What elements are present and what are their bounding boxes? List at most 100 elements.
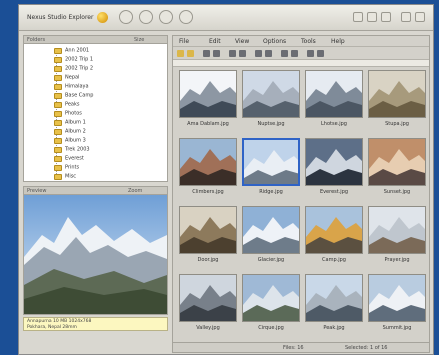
thumbnail[interactable]: Ama Dablam.jpg	[179, 70, 237, 136]
folder-tree-item[interactable]: Base Camp	[54, 92, 93, 101]
photo-thumbnail-icon	[369, 139, 425, 185]
thumbnail[interactable]: Valley.jpg	[179, 274, 237, 340]
image-info-bar: Annapurna 10 MB 1024x768 Pokhara, Nepal …	[23, 317, 168, 331]
folder-tree-item[interactable]: 2002 Trip 1	[54, 56, 93, 65]
delete-icon[interactable]	[229, 50, 236, 57]
minimize-icon[interactable]	[401, 12, 411, 22]
folder-icon	[54, 110, 62, 117]
rotate-right-icon[interactable]	[265, 50, 272, 57]
folder-tree-item-label: 2002 Trip 2	[65, 65, 94, 72]
photo-thumbnail-icon	[243, 71, 299, 117]
folder-tree-item[interactable]: Trek 2003	[54, 146, 90, 155]
thumbnail-caption: Peak.jpg	[323, 325, 345, 331]
folder-tree-item[interactable]: Prints	[54, 164, 79, 173]
forward-icon[interactable]	[139, 10, 153, 24]
photo-thumbnail-icon	[180, 139, 236, 185]
close-icon[interactable]	[415, 12, 425, 22]
thumbnail[interactable]: Prayer.jpg	[368, 206, 426, 272]
folder-tree-item[interactable]: 2002 Trip 2	[54, 65, 93, 74]
image-preview[interactable]	[23, 195, 168, 315]
refresh-icon[interactable]	[179, 10, 193, 24]
folder-icon	[54, 47, 62, 54]
folder-tree-item[interactable]: Ann 2001	[54, 47, 89, 56]
open-folder-icon[interactable]	[177, 50, 184, 57]
thumbnail[interactable]: Climbers.jpg	[179, 138, 237, 204]
thumbnail-image	[179, 70, 237, 118]
folder-icon	[54, 164, 62, 171]
thumbnail[interactable]: Nuptse.jpg	[242, 70, 300, 136]
thumbnail[interactable]: Glacier.jpg	[242, 206, 300, 272]
menu-file[interactable]: File	[179, 38, 189, 45]
folder-tree-item-label: Base Camp	[65, 92, 94, 99]
thumbnail-caption: Ama Dablam.jpg	[187, 121, 229, 127]
folder-tree-item-label: Misc	[65, 173, 77, 180]
folder-tree-item[interactable]: Nepal	[54, 74, 79, 83]
folder-tree-item[interactable]: Misc	[54, 173, 77, 181]
help-icon[interactable]	[381, 12, 391, 22]
thumbnail-caption: Sunset.jpg	[383, 189, 411, 195]
folder-tree-item-label: Album 3	[65, 137, 86, 144]
new-folder-icon[interactable]	[187, 50, 194, 57]
thumbnail[interactable]: Cirque.jpg	[242, 274, 300, 340]
rename-icon[interactable]	[239, 50, 246, 57]
folder-tree-item-label: 2002 Trip 1	[65, 56, 94, 63]
photo-thumbnail-icon	[369, 207, 425, 253]
thumbnail[interactable]: Lhotse.jpg	[305, 70, 363, 136]
folder-tree-item[interactable]: Everest	[54, 155, 84, 164]
thumbnail[interactable]: Door.jpg	[179, 206, 237, 272]
folder-tree-item-label: Peaks	[65, 101, 80, 108]
folder-icon	[54, 173, 62, 180]
menu-view[interactable]: View	[235, 38, 249, 45]
thumbnail-image	[305, 138, 363, 186]
settings-icon[interactable]	[367, 12, 377, 22]
print-icon[interactable]	[291, 50, 298, 57]
menu-options[interactable]: Options	[263, 38, 286, 45]
left-pane: Folders Size Ann 2001 2002 Trip 1 2002 Tri…	[23, 35, 168, 331]
up-folder-icon[interactable]	[159, 10, 173, 24]
thumbnail[interactable]: Peak.jpg	[305, 274, 363, 340]
rotate-left-icon[interactable]	[255, 50, 262, 57]
photo-thumbnail-icon	[180, 71, 236, 117]
zoom-out-icon[interactable]	[317, 50, 324, 57]
folder-tree-item[interactable]: Album 1	[54, 119, 86, 128]
thumbnail-toolbar	[173, 47, 429, 60]
path-bar[interactable]	[173, 60, 429, 67]
back-icon[interactable]	[119, 10, 133, 24]
thumbnail[interactable]: Sunset.jpg	[368, 138, 426, 204]
thumbnail-caption: Everest.jpg	[319, 189, 349, 195]
photo-thumbnail-icon	[369, 71, 425, 117]
status-selection: Selected: 1 of 16	[345, 345, 388, 351]
view-icon[interactable]	[353, 12, 363, 22]
folder-tree-item[interactable]: Photos	[54, 110, 82, 119]
slideshow-icon[interactable]	[281, 50, 288, 57]
folder-tree-item-label: Album 2	[65, 128, 86, 135]
thumbnail[interactable]: Camp.jpg	[305, 206, 363, 272]
photo-thumbnail-icon	[243, 207, 299, 253]
thumbnail-image	[305, 206, 363, 254]
photo-thumbnail-icon	[306, 275, 362, 321]
thumbnail-image	[179, 138, 237, 186]
copy-icon[interactable]	[203, 50, 210, 57]
thumbnail-caption: Prayer.jpg	[384, 257, 410, 263]
folder-tree[interactable]: Ann 2001 2002 Trip 1 2002 Trip 2 Nepal Himal…	[23, 44, 168, 182]
menu-tools[interactable]: Tools	[301, 38, 316, 45]
folder-tree-item-label: Nepal	[65, 74, 80, 81]
thumbnail[interactable]: Everest.jpg	[305, 138, 363, 204]
app-logo-icon	[97, 12, 108, 23]
thumbnail[interactable]: Summit.jpg	[368, 274, 426, 340]
thumbnail-image	[179, 206, 237, 254]
thumbnail-image	[242, 206, 300, 254]
photo-thumbnail-icon	[180, 275, 236, 321]
folder-tree-item[interactable]: Album 3	[54, 137, 86, 146]
move-icon[interactable]	[213, 50, 220, 57]
folder-tree-item[interactable]: Album 2	[54, 128, 86, 137]
menu-edit[interactable]: Edit	[209, 38, 221, 45]
mountain-preview-image	[24, 195, 167, 314]
thumbnail[interactable]: Stupa.jpg	[368, 70, 426, 136]
folder-tree-item[interactable]: Himalaya	[54, 83, 89, 92]
thumbnail[interactable]: Ridge.jpg	[242, 138, 300, 204]
zoom-in-icon[interactable]	[307, 50, 314, 57]
menu-help[interactable]: Help	[331, 38, 345, 45]
folder-tree-item[interactable]: Peaks	[54, 101, 79, 110]
thumbnail-image	[242, 70, 300, 118]
